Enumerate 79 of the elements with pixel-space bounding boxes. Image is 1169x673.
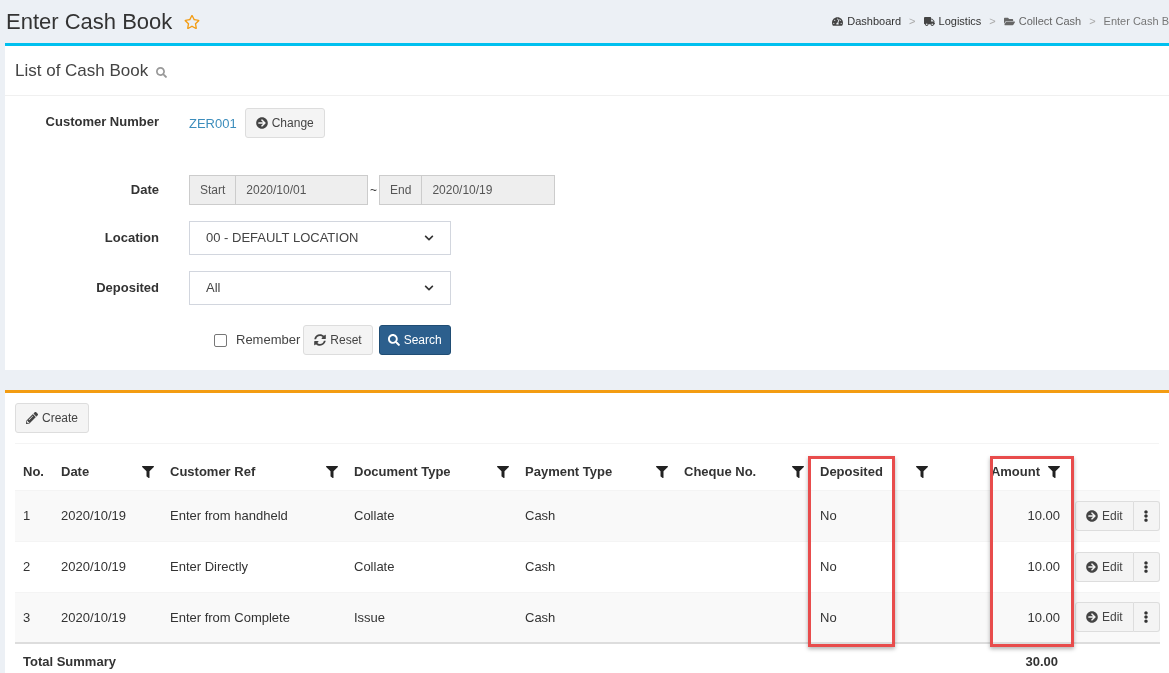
summary-label: Total Summary [23,653,116,669]
column-header: Cheque No. [684,463,757,481]
table-cell: 1 [23,507,31,523]
more-button[interactable] [1133,500,1160,531]
field-label: Location [103,229,160,248]
remember-checkbox[interactable] [214,333,227,347]
customer-number-link[interactable]: ZER001 [189,114,237,134]
table-cell: 3 [23,609,31,625]
edit-button[interactable]: Edit [1075,500,1134,531]
column-header: Amount [990,463,1040,481]
table-cell: 2020/10/19 [61,558,127,574]
table-cell: Enter Directly [170,558,249,574]
summary-amount: 30.00 [1025,653,1058,669]
field-label: Customer Number [44,113,160,131]
column-header: Deposited [820,463,883,481]
table-cell: No [820,507,837,523]
table-cell: Enter from handheld [170,507,288,523]
chevron-down-icon [424,282,434,293]
more-button[interactable] [1133,551,1160,582]
reset-button[interactable]: Reset [303,325,373,355]
column-header: Payment Type [525,463,613,481]
create-button[interactable]: Create [15,403,90,433]
breadcrumb-link[interactable]: Collect Cash [1003,13,1082,30]
filter-icon[interactable] [1048,465,1060,478]
table-cell: Cash [525,507,556,523]
field-label: Date [129,181,160,200]
remember-label: Remember [236,331,301,350]
filter-icon[interactable] [142,465,154,478]
filter-icon[interactable] [326,465,338,478]
table-cell: 2 [23,558,31,574]
table-cell: No [820,609,837,625]
location-select[interactable]: 00 - DEFAULT LOCATION [189,221,451,255]
filter-icon[interactable] [656,465,668,478]
truck-icon [923,16,935,27]
folder-icon [1003,16,1015,27]
breadcrumb-separator: > [989,14,996,30]
table-cell: Cash [525,558,556,574]
table-cell: Enter from Complete [170,609,290,625]
edit-button[interactable]: Edit [1075,602,1134,633]
column-header: Document Type [354,463,451,481]
column-header: No. [23,463,44,481]
breadcrumb-current: Enter Cash B [1103,14,1169,30]
dashboard-icon [832,16,844,27]
search-icon[interactable] [156,67,168,78]
panel-title: List of Cash Book [15,59,149,82]
change-button[interactable]: Change [244,108,325,138]
table-cell: Issue [354,609,386,625]
deposited-select[interactable]: All [189,270,451,305]
breadcrumb-separator: > [1089,14,1096,30]
more-button[interactable] [1133,602,1160,633]
table-cell: Collate [354,507,395,523]
table-cell: No [820,558,837,574]
date-start-field[interactable]: Start 2020/10/01 [189,175,368,205]
table-cell: 2020/10/19 [61,507,127,523]
date-end-field[interactable]: End 2020/10/19 [379,175,555,205]
column-header: Customer Ref [170,463,256,481]
search-icon [387,334,400,346]
search-button[interactable]: Search [378,325,451,355]
column-header: Date [61,463,90,481]
breadcrumb-link[interactable]: Dashboard [832,13,902,30]
breadcrumb-link[interactable]: Logistics [923,13,982,30]
edit-button[interactable]: Edit [1075,551,1134,582]
table-cell: Cash [525,609,556,625]
page-title: Enter Cash Book [6,8,173,36]
filter-icon[interactable] [792,465,804,478]
table-cell: 10.00 [1027,609,1060,625]
table-cell: 2020/10/19 [61,609,127,625]
breadcrumb-separator: > [909,14,916,30]
field-label: Deposited [95,278,160,297]
table-cell: Collate [354,558,395,574]
pencil-icon [26,412,38,424]
filter-icon[interactable] [497,465,509,478]
table-cell: 10.00 [1027,507,1060,523]
table-cell: 10.00 [1027,558,1060,574]
star-icon[interactable] [184,13,201,30]
date-separator: ~ [369,182,378,199]
chevron-down-icon [424,233,434,243]
refresh-icon [314,334,327,346]
filter-icon[interactable] [916,465,928,478]
